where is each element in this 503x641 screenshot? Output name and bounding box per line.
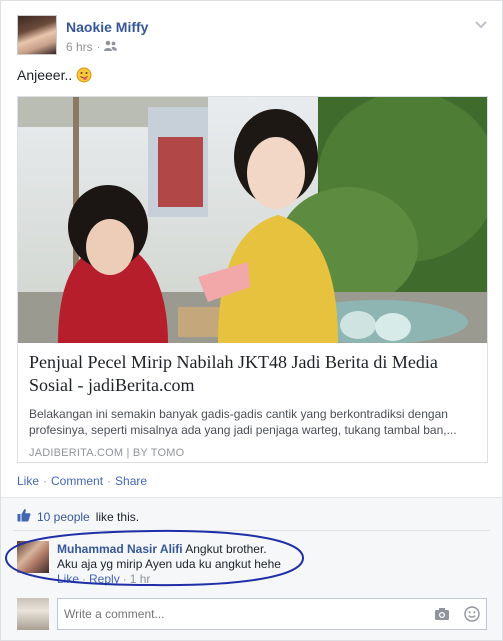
link-preview-image[interactable]	[18, 97, 487, 343]
comment-separator: ·	[82, 572, 87, 586]
link-preview[interactable]: Penjual Pecel Mirip Nabilah JKT48 Jadi B…	[17, 96, 488, 463]
link-preview-body: Penjual Pecel Mirip Nabilah JKT48 Jadi B…	[29, 351, 476, 459]
link-description: Belakangan ini semakin banyak gadis-gadi…	[29, 407, 457, 437]
post-message: Anjeeer..	[17, 67, 73, 83]
post-header: Naokie Miffy 6 hrs ·	[17, 15, 490, 57]
comment-actions: Like · Reply · 1 hr	[57, 572, 150, 586]
post-meta: 6 hrs ·	[66, 40, 118, 54]
camera-icon[interactable]	[434, 606, 450, 625]
action-separator: ·	[107, 474, 112, 488]
post-text: Anjeeer..	[17, 67, 92, 83]
comment-line-1: Muhammad Nasir Alifi Angkut brother.	[57, 541, 267, 557]
comment-separator: ·	[122, 572, 127, 586]
post-timestamp[interactable]: 6 hrs	[66, 40, 93, 54]
post-card: Naokie Miffy 6 hrs · Anjeeer.. Penjual P…	[0, 0, 503, 641]
link-title[interactable]: Penjual Pecel Mirip Nabilah JKT48 Jadi B…	[29, 351, 476, 397]
likes-summary: 10 people like this.	[17, 508, 139, 525]
comment-text-2: Aku aja yg mirip Ayen uda ku angkut hehe	[57, 557, 281, 571]
author-name[interactable]: Naokie Miffy	[66, 19, 148, 35]
viewer-avatar	[17, 598, 49, 630]
comment-action[interactable]: Comment	[51, 474, 103, 488]
comment-like-link[interactable]: Like	[57, 572, 79, 586]
smiley-icon[interactable]	[464, 606, 480, 625]
comment-composer	[17, 598, 487, 630]
meta-separator: ·	[96, 41, 101, 53]
likes-count[interactable]: 10 people	[37, 510, 90, 524]
chevron-down-icon[interactable]	[472, 17, 490, 33]
feedback-section: 10 people like this. Muhammad Nasir Alif…	[1, 497, 502, 640]
share-action[interactable]: Share	[115, 474, 147, 488]
action-separator: ·	[43, 474, 48, 488]
post-actions: Like · Comment · Share	[17, 474, 147, 488]
link-source: JADIBERITA.COM | BY TOMO	[29, 447, 185, 459]
composer-icons	[434, 606, 480, 625]
comment-timestamp[interactable]: 1 hr	[130, 572, 151, 586]
divider	[13, 530, 490, 531]
likes-suffix: like this.	[95, 509, 140, 524]
comment-author[interactable]: Muhammad Nasir Alifi	[57, 542, 183, 556]
comment-input-box[interactable]	[57, 598, 487, 630]
author-avatar[interactable]	[17, 15, 57, 55]
comment-item: Muhammad Nasir Alifi Angkut brother. Aku…	[17, 541, 487, 589]
friends-icon[interactable]	[104, 40, 118, 54]
comment-reply-link[interactable]: Reply	[89, 572, 120, 586]
comment-input[interactable]	[64, 605, 424, 623]
like-action[interactable]: Like	[17, 474, 39, 488]
tongue-emoji-icon	[76, 67, 92, 83]
comment-avatar[interactable]	[17, 541, 49, 573]
thumbs-up-icon	[17, 508, 31, 525]
comment-text-1: Angkut brother.	[185, 542, 267, 556]
